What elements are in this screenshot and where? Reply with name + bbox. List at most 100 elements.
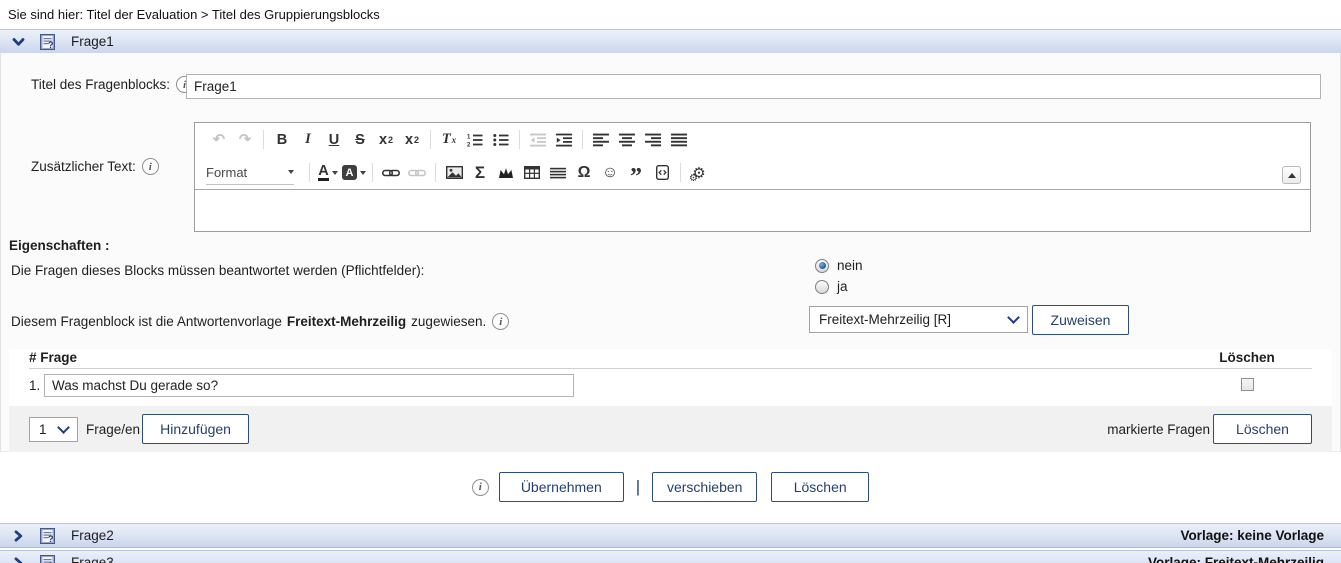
toolbar-separator [519, 130, 520, 149]
block-actions: i Übernehmen | verschieben Löschen [0, 472, 1341, 502]
svg-text:1: 1 [467, 134, 471, 140]
block-title: Frage1 [71, 34, 114, 49]
editor-toolbar-row-1: ↶ ↷ B I U S x2 x2 Tx 12 [195, 123, 1310, 156]
properties-heading: Eigenschaften : [9, 238, 110, 253]
question-unit-label: Frage/en [86, 422, 140, 437]
toolbar-separator [430, 130, 431, 149]
remove-format-icon[interactable]: Tx [436, 127, 462, 152]
info-icon[interactable]: i [142, 158, 159, 175]
block-title: Frage2 [71, 528, 114, 543]
questionnaire-icon: ? [40, 528, 55, 544]
chevron-down-icon [57, 421, 70, 434]
block-title: Frage3 [71, 555, 114, 563]
align-left-icon[interactable] [588, 127, 614, 152]
strikethrough-icon[interactable]: S [347, 127, 373, 152]
unlink-icon[interactable] [404, 160, 430, 185]
superscript-icon[interactable]: x2 [399, 127, 425, 152]
block-title-label-row: Titel des Fragenblocks: i [31, 76, 193, 93]
increase-indent-icon[interactable] [551, 127, 577, 152]
block-title-label: Titel des Fragenblocks: [31, 77, 170, 92]
crown-icon[interactable] [493, 160, 519, 185]
subscript-icon[interactable]: x2 [373, 127, 399, 152]
additional-text-label-row: Zusätzlicher Text: i [31, 158, 159, 175]
table-row: 1. [29, 374, 1312, 397]
info-icon[interactable]: i [472, 479, 489, 496]
chevron-down-icon[interactable] [11, 35, 27, 49]
page: Sie sind hier: Titel der Evaluation > Ti… [0, 0, 1341, 563]
template-sentence: Diesem Fragenblock ist die Antwortenvorl… [11, 313, 509, 330]
radio-ja[interactable] [815, 280, 829, 294]
svg-text:?: ? [48, 40, 54, 50]
redo-icon[interactable]: ↷ [232, 127, 258, 152]
delete-marked-button[interactable]: Löschen [1213, 414, 1312, 444]
numbered-list-icon[interactable]: 12 [462, 127, 488, 152]
chevron-right-icon[interactable] [11, 529, 27, 543]
question-number: 1. [29, 378, 44, 393]
move-button[interactable]: verschieben [652, 472, 757, 502]
toolbar-separator [582, 130, 583, 149]
mandatory-radio-group: nein ja [815, 255, 863, 297]
additional-text-label: Zusätzlicher Text: [31, 159, 136, 174]
underline-icon[interactable]: U [321, 127, 347, 152]
insert-image-icon[interactable] [441, 160, 467, 185]
text-color-icon[interactable]: A [315, 160, 341, 185]
marked-questions-label: markierte Fragen [1107, 422, 1210, 437]
special-character-icon[interactable]: Ω [571, 160, 597, 185]
editor-content-area[interactable] [195, 189, 1310, 226]
format-select[interactable]: Format [206, 161, 294, 185]
radio-nein-label: nein [837, 258, 863, 273]
apply-button[interactable]: Übernehmen [499, 472, 624, 502]
delete-checkbox[interactable] [1241, 378, 1254, 391]
chevron-right-icon[interactable] [11, 556, 27, 563]
question-column-header: # Frage [29, 350, 77, 365]
info-icon[interactable]: i [492, 313, 509, 330]
toolbar-separator [680, 163, 681, 182]
delete-block-button[interactable]: Löschen [771, 472, 869, 502]
formula-sum-icon[interactable]: Σ [467, 160, 493, 185]
svg-text:2: 2 [467, 142, 471, 147]
assign-button[interactable]: Zuweisen [1032, 305, 1129, 335]
bulleted-list-icon[interactable] [488, 127, 514, 152]
smiley-icon[interactable]: ☺ [597, 160, 623, 185]
template-info: Vorlage: keine Vorlage [1180, 528, 1324, 543]
toolbar-separator [309, 163, 310, 182]
decrease-indent-icon[interactable] [525, 127, 551, 152]
questionnaire-icon: ? [40, 34, 55, 50]
source-code-icon[interactable] [649, 160, 675, 185]
horizontal-line-icon[interactable] [545, 160, 571, 185]
add-question-button[interactable]: Hinzufügen [142, 414, 249, 444]
background-color-icon[interactable]: A [341, 160, 367, 185]
template-select[interactable]: Freitext-Mehrzeilig [R] [809, 306, 1028, 333]
align-center-icon[interactable] [614, 127, 640, 152]
toolbar-separator [263, 130, 264, 149]
button-separator: | [636, 477, 640, 497]
plugins-gear-icon[interactable]: ⚙ ⚙ [686, 160, 712, 185]
template-name: Freitext-Mehrzeilig [287, 314, 406, 329]
italic-icon[interactable]: I [295, 127, 321, 152]
question-block-header-frage2[interactable]: ? Frage2 Vorlage: keine Vorlage [0, 523, 1341, 548]
chevron-down-icon [288, 170, 294, 174]
align-right-icon[interactable] [640, 127, 666, 152]
chevron-down-icon [1007, 311, 1020, 324]
rich-text-editor: ↶ ↷ B I U S x2 x2 Tx 12 [194, 122, 1311, 232]
link-icon[interactable] [378, 160, 404, 185]
radio-nein[interactable] [815, 259, 829, 273]
question-block-header-frage3[interactable]: ? Frage3 Vorlage: Freitext-Mehrzeilig [0, 550, 1341, 563]
blockquote-icon[interactable]: ” [623, 156, 649, 189]
questions-table-header: # Frage Löschen [29, 350, 1312, 369]
insert-table-icon[interactable] [519, 160, 545, 185]
collapse-toolbar-button[interactable] [1282, 166, 1301, 184]
question-text-input[interactable] [44, 374, 574, 397]
block-title-input[interactable] [186, 74, 1321, 99]
triangle-up-icon [1288, 173, 1296, 178]
undo-icon[interactable]: ↶ [206, 127, 232, 152]
bold-icon[interactable]: B [269, 127, 295, 152]
questionnaire-icon: ? [40, 555, 55, 563]
question-block-header[interactable]: ? Frage1 [0, 29, 1341, 54]
justify-icon[interactable] [666, 127, 692, 152]
question-count-select[interactable]: 1 [29, 417, 78, 442]
toolbar-separator [435, 163, 436, 182]
template-info: Vorlage: Freitext-Mehrzeilig [1148, 555, 1324, 563]
mandatory-label: Die Fragen dieses Blocks müssen beantwor… [11, 263, 424, 278]
toolbar-separator [372, 163, 373, 182]
